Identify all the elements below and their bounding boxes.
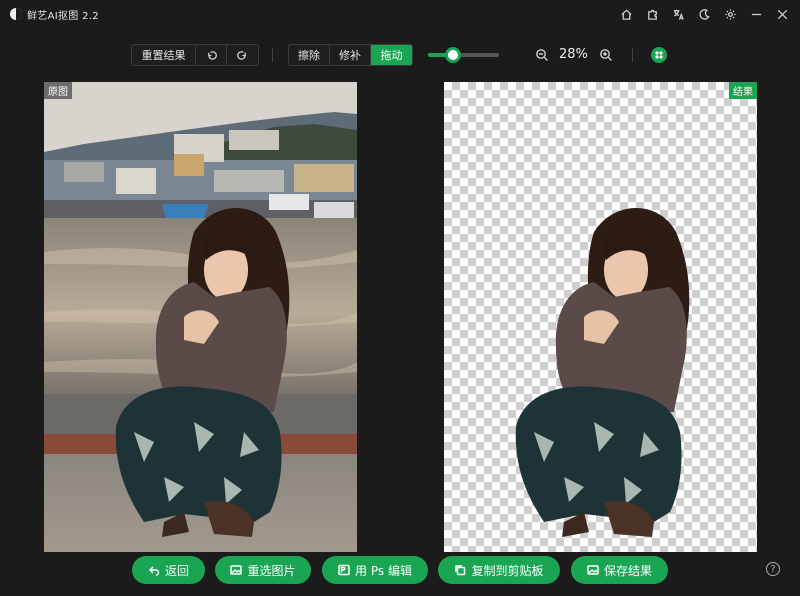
copy-icon [455,565,466,576]
back-button[interactable]: 返回 [132,556,205,584]
window-controls [614,3,794,25]
save-result-button[interactable]: 保存结果 [571,556,668,584]
moon-icon[interactable] [692,3,716,25]
undo-icon [207,50,217,60]
home-icon[interactable] [614,3,638,25]
palette-icon [655,51,663,59]
back-icon [148,566,160,576]
toolbar: 重置结果 擦除 修补 拖动 28% [0,42,800,68]
toolbar-divider-2 [632,48,633,62]
minimize-icon[interactable] [744,3,768,25]
zoom-in-icon [600,49,612,61]
save-label: 保存结果 [603,563,652,578]
close-icon[interactable] [770,3,794,25]
result-image-panel[interactable]: 结果 [444,82,757,552]
repair-mode-button[interactable]: 修补 [330,45,371,65]
back-label: 返回 [164,563,189,578]
drag-mode-button[interactable]: 拖动 [371,45,412,65]
app-logo-icon [10,8,22,20]
photoshop-icon [338,564,350,576]
translate-icon[interactable] [666,3,690,25]
redo-icon [237,50,246,60]
reset-result-button[interactable]: 重置结果 [132,45,196,65]
mode-group: 擦除 修补 拖动 [288,44,413,66]
ps-edit-label: 用 Ps 编辑 [355,563,412,578]
help-button[interactable]: ? [766,562,780,576]
copy-clipboard-button[interactable]: 复制到剪贴板 [438,556,560,584]
save-icon [587,565,599,575]
undo-button[interactable] [196,45,227,65]
gear-icon[interactable] [718,3,742,25]
erase-mode-button[interactable]: 擦除 [289,45,330,65]
reselect-label: 重选图片 [247,563,296,578]
title-bar: 鲜艺AI抠图 2.2 [0,0,800,28]
copy-label: 复制到剪贴板 [471,563,544,578]
zoom-out-button[interactable] [534,47,550,63]
zoom-in-button[interactable] [598,47,614,63]
zoom-level: 28% [559,47,588,62]
action-bar: 返回 重选图片 用 Ps 编辑 复制到剪贴板 保存结果 [0,556,800,584]
redo-button[interactable] [227,45,258,65]
background-color-button[interactable] [651,47,667,63]
slider-thumb[interactable] [444,47,461,63]
toolbar-divider [272,48,273,62]
original-image-panel[interactable]: 原图 [44,82,357,552]
original-tag: 原图 [44,82,72,99]
history-group: 重置结果 [131,44,259,66]
image-icon [230,565,243,575]
puzzle-icon[interactable] [640,3,664,25]
reselect-image-button[interactable]: 重选图片 [215,556,311,584]
zoom-out-icon [536,49,548,61]
ps-edit-button[interactable]: 用 Ps 编辑 [322,556,428,584]
brush-size-slider[interactable] [428,47,499,63]
result-tag: 结果 [729,82,757,99]
app-title: 鲜艺AI抠图 2.2 [27,11,99,22]
